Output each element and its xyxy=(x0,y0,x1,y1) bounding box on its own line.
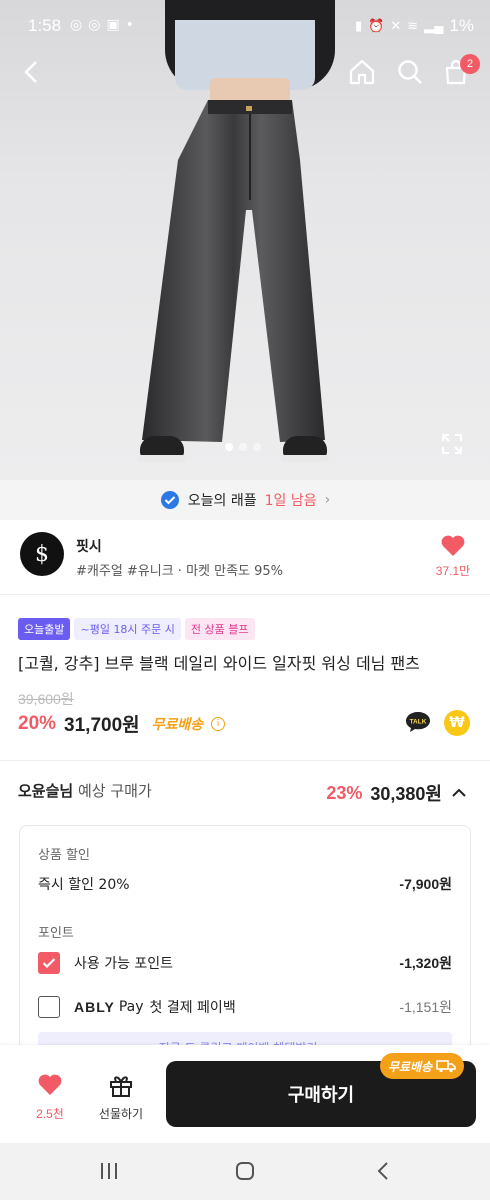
recent-apps-button[interactable] xyxy=(94,1157,124,1185)
talk-label: TALK xyxy=(410,719,427,726)
gift-icon xyxy=(110,1076,132,1097)
right-shoe xyxy=(281,436,329,462)
gallery-pagination xyxy=(225,443,261,451)
kakao-talk-share-button[interactable]: TALK xyxy=(405,710,431,734)
page-dot xyxy=(239,443,247,451)
estimated-price-label: 오윤슬님 예상 구매가 xyxy=(18,780,152,801)
shop-like-count: 37.1만 xyxy=(435,564,471,578)
back-nav-icon xyxy=(377,1162,388,1180)
shop-tags: #캐주얼 #유니크 · 마켓 만족도 95% xyxy=(76,564,284,579)
raffle-remaining: 1일 남음 xyxy=(264,493,317,509)
status-right-icons: ▮ ⏰ ✕ ≋ ▂▄ 1% xyxy=(355,16,474,36)
discount-rate: 20% xyxy=(18,712,57,734)
discount-section-label: 상품 할인 xyxy=(38,848,90,863)
battery-level: 1% xyxy=(449,16,474,35)
chevron-up-icon[interactable] xyxy=(450,787,468,799)
back-nav-button[interactable] xyxy=(368,1157,398,1185)
search-icon xyxy=(398,60,422,84)
free-shipping-tag-label: 무료배송 xyxy=(388,1059,433,1074)
expand-icon[interactable] xyxy=(440,432,464,456)
points-amount: -1,320원 xyxy=(399,955,452,971)
ably-pay-checkbox[interactable] xyxy=(38,996,60,1018)
instant-discount-label: 즉시 할인 20% xyxy=(38,877,130,893)
badge-today-ship: 오늘출발 xyxy=(18,618,71,640)
estimate-value: 30,380원 xyxy=(370,784,442,804)
shop-logo[interactable]: $ xyxy=(20,532,64,576)
estimate-rate: 23% xyxy=(326,782,363,803)
gift-label: 선물하기 xyxy=(98,1107,144,1121)
gift-button[interactable]: 선물하기 xyxy=(94,1073,148,1122)
info-icon[interactable]: i xyxy=(211,716,226,731)
shop-name[interactable]: 핏시 xyxy=(76,536,102,556)
points-label: 사용 가능 포인트 xyxy=(74,956,174,972)
price-row: 20% 31,700원 무료배송 i xyxy=(18,710,226,737)
free-shipping-tag: 무료배송 xyxy=(380,1053,465,1079)
raffle-banner[interactable]: 오늘의 래플 1일 남음 › xyxy=(0,480,490,520)
like-button[interactable]: 2.5천 xyxy=(30,1073,70,1122)
gallery-icon: ▣ xyxy=(106,17,120,33)
user-name: 오윤슬님 xyxy=(18,782,74,800)
wifi-icon: ≋ xyxy=(407,18,419,33)
search-button[interactable] xyxy=(390,52,430,92)
point-section-label: 포인트 xyxy=(38,926,74,941)
home-nav-icon xyxy=(236,1162,254,1180)
battery-saver-icon: ▮ xyxy=(355,18,363,33)
sale-price: 31,700원 xyxy=(64,715,140,736)
mute-icon: ✕ xyxy=(390,18,402,33)
heart-icon xyxy=(38,1074,62,1095)
point-coin-icon[interactable]: ₩ xyxy=(444,710,470,736)
page-dot xyxy=(253,443,261,451)
left-shoe xyxy=(138,436,186,462)
chevron-right-icon: › xyxy=(324,492,331,508)
estimated-price[interactable]: 23% 30,380원 xyxy=(326,780,468,806)
original-price: 39,600원 xyxy=(18,691,74,707)
badge-black-friday: 전 상품 블프 xyxy=(184,618,255,640)
truck-icon xyxy=(436,1060,456,1073)
shop-like-heart-icon[interactable] xyxy=(440,534,466,558)
status-bar: 1:58 ◎ ◎ ▣ • ▮ ⏰ ✕ ≋ ▂▄ 1% xyxy=(0,0,490,50)
recent-apps-icon xyxy=(101,1163,117,1179)
cart-count-badge: 2 xyxy=(460,54,480,74)
instant-discount-row: 즉시 할인 20% -7,900원 xyxy=(38,874,452,894)
estimate-label: 예상 구매가 xyxy=(77,782,152,800)
ably-pay-label: Pay xyxy=(118,999,144,1015)
back-arrow-icon xyxy=(24,61,37,83)
status-time: 1:58 xyxy=(28,16,62,35)
back-button[interactable] xyxy=(12,52,52,92)
ably-payback-amount: -1,151원 xyxy=(399,999,452,1015)
status-left-icons: ◎ ◎ ▣ • xyxy=(70,17,134,33)
divider xyxy=(0,760,490,761)
like-count: 2.5천 xyxy=(36,1107,64,1121)
free-shipping-label: 무료배송 xyxy=(151,716,204,733)
product-title: [고퀄, 강추] 브루 블랙 데일리 와이드 일자핏 워싱 데님 팬츠 xyxy=(18,654,420,673)
signal-icon: ▂▄ xyxy=(424,18,444,33)
home-button[interactable] xyxy=(342,52,382,92)
home-icon xyxy=(349,59,375,85)
alarm-icon: ⏰ xyxy=(368,18,385,33)
instagram-icon: ◎ xyxy=(70,17,83,33)
bottom-action-bar: 2.5천 선물하기 구매하기 무료배송 xyxy=(0,1045,490,1143)
ably-payback-label: 첫 결제 페이백 xyxy=(149,1000,236,1016)
points-checkbox[interactable] xyxy=(38,952,60,974)
cart-button[interactable]: 2 xyxy=(436,52,480,92)
shop-row[interactable]: $ 핏시 #캐주얼 #유니크 · 마켓 만족도 95% 37.1만 xyxy=(0,520,490,595)
price-breakdown-card: 상품 할인 즉시 할인 20% -7,900원 포인트 사용 가능 포인트 -1… xyxy=(19,825,471,1062)
talk-icon: TALK xyxy=(406,712,430,732)
badge-cutoff: ~평일 18시 주문 시 xyxy=(74,618,181,640)
points-row[interactable]: 사용 가능 포인트 -1,320원 xyxy=(38,952,452,974)
ably-pay-row[interactable]: ABLY Pay 첫 결제 페이백 -1,151원 xyxy=(38,996,452,1018)
ably-brand: ABLY xyxy=(74,999,115,1015)
instagram-icon: ◎ xyxy=(88,17,101,33)
instant-discount-amount: -7,900원 xyxy=(399,876,452,892)
page-dot xyxy=(225,443,233,451)
android-nav-bar xyxy=(0,1143,490,1200)
home-nav-button[interactable] xyxy=(230,1157,260,1185)
raffle-label: 오늘의 래플 xyxy=(187,493,257,509)
check-icon xyxy=(42,958,56,969)
verified-badge-icon xyxy=(160,491,179,509)
dot-icon: • xyxy=(125,17,134,33)
product-badges: 오늘출발 ~평일 18시 주문 시 전 상품 블프 xyxy=(18,618,255,640)
